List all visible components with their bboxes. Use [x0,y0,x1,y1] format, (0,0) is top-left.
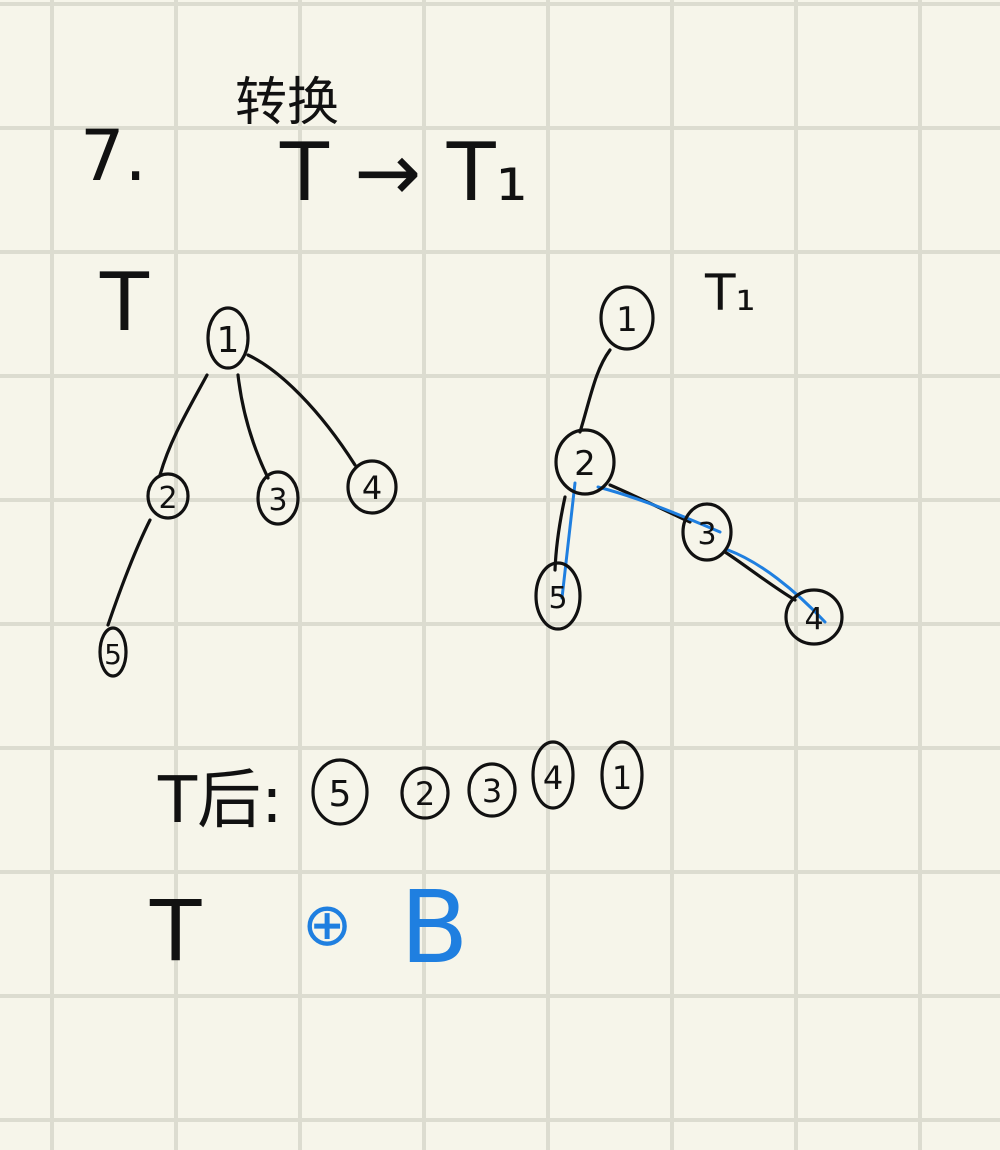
traversal-node-4: 4 [531,740,575,810]
tree-t-node-4: 4 [346,459,398,515]
traversal-node-3: 3 [467,762,517,818]
traversal-node-1-label: 1 [612,759,632,797]
tree-t1-node-1-label: 1 [616,300,638,340]
answer-symbol: ⊕ [302,890,352,960]
tree-t1-node-4-label: 4 [804,602,823,637]
tree-t-node-5: 5 [98,626,128,678]
traversal-node-2: 2 [400,766,450,820]
answer-value: B [400,869,469,986]
tree-t1-node-3-label: 3 [697,517,716,552]
tree-t1-edge-1-2 [578,348,612,434]
notebook-canvas: 7. 转换 T → T₁ T 1 2 3 4 5 T₁ 1 2 5 3 4 T后… [0,0,1000,1150]
tree-t-node-5-label: 5 [104,638,122,671]
tree-t1-label: T₁ [704,264,756,322]
traversal-node-1: 1 [600,740,644,810]
tree-t-edge-2-5 [106,518,152,627]
traversal-node-5-label: 5 [329,774,352,815]
tree-t1-node-2-label: 2 [574,444,596,484]
traversal-node-3-label: 3 [482,772,502,810]
tree-t1-node-2: 2 [554,428,616,496]
traversal-node-2-label: 2 [415,775,435,813]
traversal-label: T后: [157,764,283,838]
tree-t-node-3-label: 3 [268,483,287,518]
tree-t1-edge-3-4 [723,550,797,602]
tree-t-node-2-label: 2 [158,481,177,516]
traversal-node-5: 5 [311,758,369,826]
tree-t1-edge-2-5 [553,495,567,572]
heading-mid: T → T₁ [279,126,528,219]
traversal-sequence: 5 2 3 4 1 [311,740,644,826]
tree-t-edge-1-2 [158,373,209,477]
answer-label: T [149,882,202,980]
tree-t1-node-1: 1 [599,285,655,351]
heading-top: 转换 [235,73,339,133]
tree-t-edge-1-3 [236,373,270,480]
tree-t1-node-5-label: 5 [548,581,567,616]
tree-t1-node-5: 5 [534,561,582,631]
tree-t-node-4-label: 4 [362,469,382,507]
problem-number: 7. [80,115,147,197]
traversal-node-4-label: 4 [543,759,563,797]
tree-t-node-1: 1 [206,306,250,370]
tree-t-edges [106,353,357,627]
tree-t-node-1-label: 1 [217,320,240,361]
tree-t1-node-3: 3 [681,502,733,562]
tree-t-label: T [99,256,150,349]
tree-t-node-2: 2 [146,472,190,520]
tree-t1-edges [553,348,827,624]
